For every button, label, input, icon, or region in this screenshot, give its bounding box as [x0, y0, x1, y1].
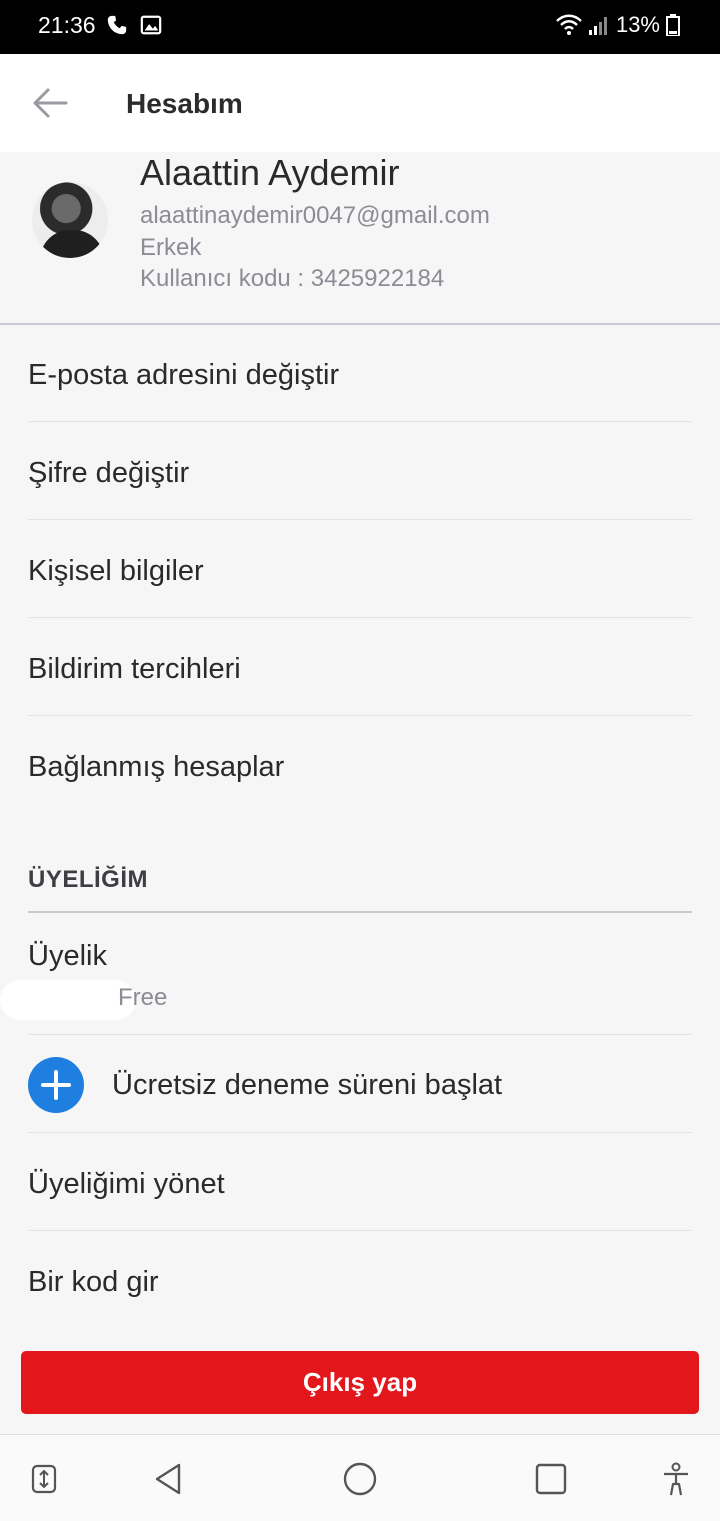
menu-personal-info[interactable]: Kişisel bilgiler [28, 523, 692, 620]
battery-icon [666, 14, 680, 36]
menu-change-password[interactable]: Şifre değiştir [28, 425, 692, 522]
back-arrow-icon [33, 88, 68, 118]
profile-email: alaattinaydemir0047@gmail.com [140, 202, 490, 229]
phone-icon [107, 15, 127, 35]
divider [28, 1230, 692, 1231]
home-circle-icon[interactable] [336, 1455, 384, 1503]
back-button[interactable] [30, 86, 70, 120]
profile-card: Alaattin Aydemir alaattinaydemir0047@gma… [0, 152, 720, 325]
logout-button[interactable]: Çıkış yap [21, 1351, 699, 1414]
membership-value: Free [118, 984, 168, 1011]
divider [28, 617, 692, 618]
start-trial-label: Ücretsiz deneme süreni başlat [112, 1068, 503, 1101]
status-bar: 21:36 13% [0, 0, 720, 54]
section-divider [28, 911, 692, 913]
page-title: Hesabım [126, 88, 243, 119]
divider [28, 1034, 692, 1035]
menu-notification-preferences[interactable]: Bildirim tercihleri [28, 621, 692, 718]
profile-user-code: Kullanıcı kodu : 3425922184 [140, 265, 445, 292]
section-header-membership: ÜYELİĞİM [28, 866, 149, 893]
app-bar: Hesabım [0, 54, 720, 152]
image-icon [141, 15, 162, 35]
avatar [32, 182, 108, 258]
divider [28, 1132, 692, 1133]
membership-row[interactable]: Üyelik Free [0, 940, 692, 1034]
accessibility-icon[interactable] [652, 1455, 700, 1503]
signal-icon [588, 17, 607, 35]
back-triangle-icon[interactable] [144, 1455, 192, 1503]
profile-gender: Erkek [140, 234, 202, 261]
profile-name: Alaattin Aydemir [140, 152, 400, 193]
divider [28, 715, 692, 716]
start-trial-button[interactable]: Ücretsiz deneme süreni başlat [28, 1037, 692, 1133]
status-time: 21:36 [38, 12, 96, 38]
battery-percent: 13% [615, 12, 660, 37]
system-nav-bar [0, 1434, 720, 1521]
divider [28, 519, 692, 520]
rotate-icon[interactable] [20, 1455, 68, 1503]
menu-change-email[interactable]: E-posta adresini değiştir [28, 327, 692, 424]
membership-label: Üyelik [28, 940, 107, 972]
plus-icon [28, 1057, 84, 1113]
recents-square-icon[interactable] [527, 1455, 575, 1503]
redaction-mark [0, 980, 136, 1020]
menu-manage-membership[interactable]: Üyeliğimi yönet [28, 1136, 692, 1233]
wifi-icon [556, 14, 582, 35]
divider [28, 421, 692, 422]
menu-linked-accounts[interactable]: Bağlanmış hesaplar [28, 719, 692, 816]
menu-enter-code[interactable]: Bir kod gir [28, 1234, 692, 1331]
